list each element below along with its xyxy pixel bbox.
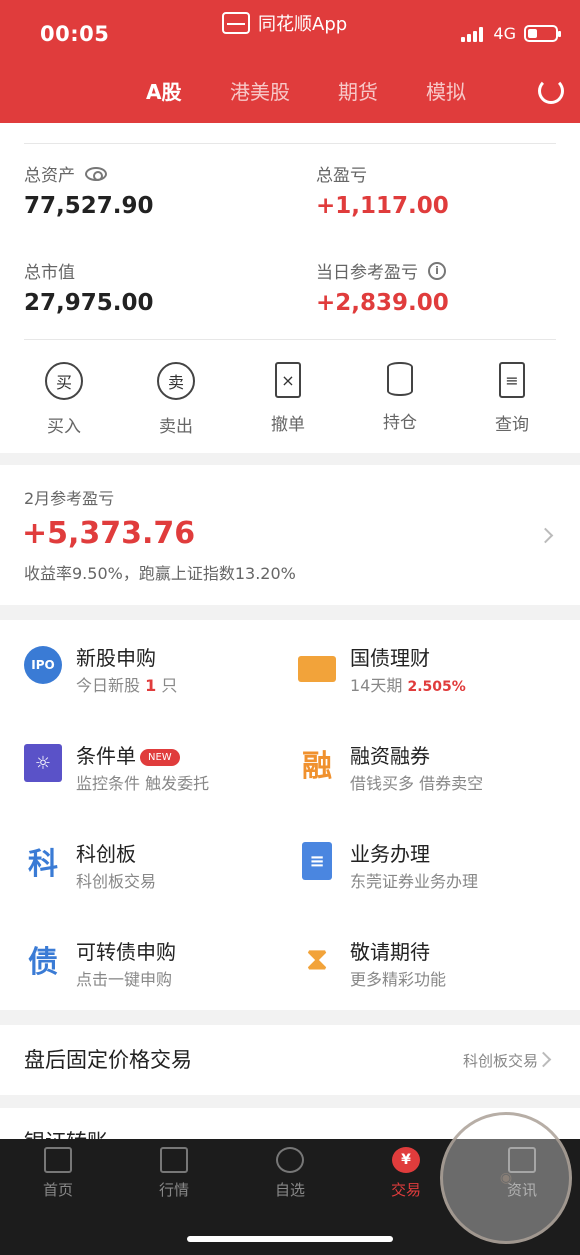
buy-label: 买入 — [47, 417, 81, 437]
after-hours-title: 盘后固定价格交易 — [24, 1048, 192, 1072]
service-bond[interactable]: 国债理财 14天期 2.505% — [298, 642, 568, 712]
service-subtitle: 东莞证券业务办理 — [350, 872, 479, 891]
refresh-icon[interactable] — [538, 78, 564, 104]
monthly-value: +5,373.76 — [22, 516, 196, 551]
ipo-icon: IPO — [24, 646, 62, 684]
total-assets-label: 总资产 — [24, 161, 107, 186]
status-time: 00:05 — [40, 22, 110, 46]
service-convertible-bond[interactable]: 债 可转债申购 点击一键申购 — [24, 936, 294, 1006]
info-icon[interactable]: i — [428, 261, 446, 280]
divider — [24, 339, 556, 340]
service-title: 融资融券 — [350, 744, 430, 768]
document-icon: ≡ — [499, 362, 525, 398]
query-button[interactable]: ≡ 查询 — [472, 362, 552, 435]
tab-a-shares[interactable]: A股 — [146, 76, 181, 105]
service-title: 可转债申购 — [76, 940, 176, 964]
app-logo-icon — [222, 12, 250, 34]
total-pl-value: +1,117.00 — [316, 193, 449, 219]
market-value-label: 总市值 — [24, 263, 75, 283]
query-label: 查询 — [495, 415, 529, 435]
service-title: 业务办理 — [350, 842, 430, 866]
service-title: 新股申购 — [76, 646, 156, 670]
home-icon — [44, 1147, 72, 1173]
list-icon: ≡ — [302, 842, 332, 880]
monthly-desc: 收益率9.50%，跑赢上证指数13.20% — [24, 564, 296, 583]
service-conditional-order[interactable]: ☼ 条件单 NEW 监控条件 触发委托 — [24, 740, 294, 810]
lightbulb-icon: ☼ — [24, 744, 62, 782]
service-margin-trading[interactable]: 融 融资融券 借钱买多 借券卖空 — [298, 740, 568, 810]
service-subtitle: 更多精彩功能 — [350, 970, 447, 989]
hourglass-icon: ⧗ — [306, 941, 328, 977]
margin-icon: 融 — [302, 749, 332, 784]
sell-button[interactable]: 卖 卖出 — [136, 362, 216, 437]
buy-button[interactable]: 买 买入 — [24, 362, 104, 437]
nav-trade[interactable]: ¥ 交易 — [376, 1147, 436, 1200]
service-business[interactable]: ≡ 业务办理 东莞证券业务办理 — [298, 838, 568, 908]
positions-label: 持仓 — [383, 413, 417, 433]
nav-trade-label: 交易 — [390, 1181, 421, 1199]
total-pl-label: 总盈亏 — [316, 166, 367, 186]
daily-pl-label: 当日参考盈亏 i — [316, 258, 446, 283]
service-subtitle: 14天期 2.505% — [350, 676, 466, 695]
nav-watchlist-label: 自选 — [274, 1181, 305, 1199]
sell-icon: 卖 — [157, 362, 195, 400]
bond-icon: 债 — [28, 945, 58, 980]
yen-icon: ¥ — [392, 1147, 420, 1173]
nav-home[interactable]: 首页 — [28, 1147, 88, 1200]
tab-simulation[interactable]: 模拟 — [426, 76, 466, 105]
home-indicator — [187, 1236, 393, 1242]
service-subtitle: 科创板交易 — [76, 872, 157, 891]
user-icon — [276, 1147, 304, 1173]
service-subtitle: 借钱买多 借券卖空 — [350, 774, 484, 793]
service-star-market[interactable]: 科 科创板 科创板交易 — [24, 838, 294, 908]
status-indicators: 4G — [461, 24, 561, 43]
tab-futures[interactable]: 期货 — [338, 76, 378, 105]
divider — [24, 143, 556, 144]
app-title: 同花顺App — [222, 10, 347, 36]
nav-home-label: 首页 — [42, 1181, 73, 1199]
daily-pl-label-text: 当日参考盈亏 — [316, 263, 418, 283]
total-assets-label-text: 总资产 — [24, 166, 75, 186]
cancel-order-icon: × — [275, 362, 301, 398]
cancel-order-button[interactable]: × 撤单 — [248, 362, 328, 435]
header: 00:05 同花顺App 4G A股 港美股 期货 模拟 — [0, 0, 580, 123]
service-subtitle: 监控条件 触发委托 — [76, 774, 210, 793]
service-coming-soon[interactable]: ⧗ 敬请期待 更多精彩功能 — [298, 936, 568, 1006]
market-value-value: 27,975.00 — [24, 290, 154, 316]
app-title-text: 同花顺App — [258, 14, 348, 35]
service-title: 国债理财 — [350, 646, 430, 670]
nav-market[interactable]: 行情 — [144, 1147, 204, 1200]
service-title: 敬请期待 — [350, 940, 430, 964]
service-subtitle: 今日新股 1 只 — [76, 676, 178, 695]
service-title: 条件单 NEW — [76, 740, 180, 769]
nav-watchlist[interactable]: 自选 — [260, 1147, 320, 1200]
nav-market-label: 行情 — [158, 1181, 189, 1199]
chart-icon — [160, 1147, 188, 1173]
monthly-label: 2月参考盈亏 — [24, 489, 115, 508]
tab-hk-us[interactable]: 港美股 — [230, 76, 290, 105]
database-icon — [387, 362, 413, 396]
buy-icon: 买 — [45, 362, 83, 400]
service-subtitle: 点击一键申购 — [76, 970, 173, 989]
ticket-icon — [298, 656, 336, 682]
cancel-order-label: 撤单 — [271, 415, 305, 435]
market-tabs: A股 港美股 期货 模拟 — [0, 76, 580, 108]
total-assets-value: 77,527.90 — [24, 193, 154, 219]
watermark-stamp: ◉ — [440, 1112, 572, 1244]
sell-label: 卖出 — [159, 417, 193, 437]
service-title: 科创板 — [76, 842, 136, 866]
star-market-icon: 科 — [28, 847, 58, 882]
signal-icon — [461, 26, 485, 42]
daily-pl-value: +2,839.00 — [316, 290, 449, 316]
positions-button[interactable]: 持仓 — [360, 362, 440, 433]
new-badge: NEW — [140, 749, 180, 766]
service-ipo[interactable]: IPO 新股申购 今日新股 1 只 — [24, 642, 294, 712]
battery-icon — [524, 25, 561, 42]
after-hours-link[interactable]: 科创板交易 — [463, 1050, 538, 1071]
eye-icon[interactable] — [85, 166, 107, 181]
network-label: 4G — [493, 24, 516, 43]
